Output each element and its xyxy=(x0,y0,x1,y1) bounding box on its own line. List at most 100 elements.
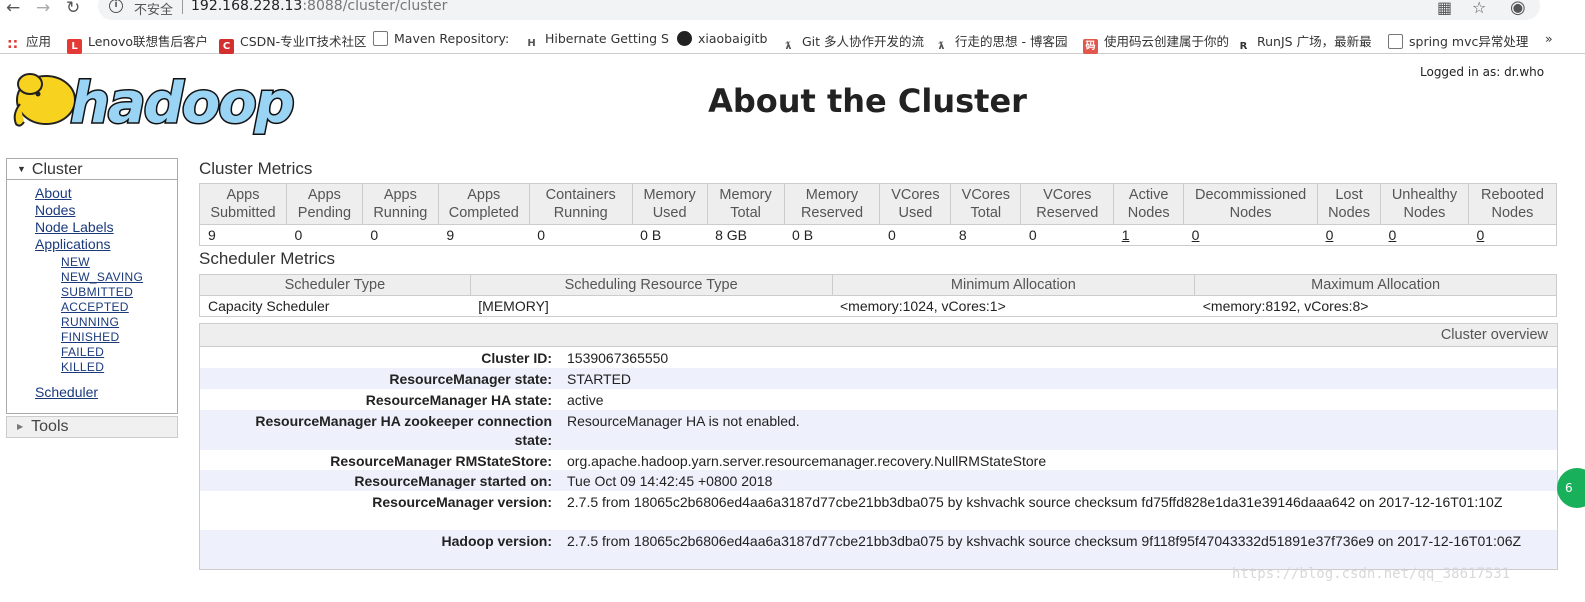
metric-link[interactable]: 1 xyxy=(1122,227,1130,243)
info-icon[interactable]: i xyxy=(109,0,123,13)
column-header[interactable]: Scheduler Type xyxy=(199,274,471,296)
bookmark-github[interactable]: xiaobaigitb xyxy=(677,31,768,46)
bookmark-lenovo[interactable]: L Lenovo联想售后客户 xyxy=(67,31,208,54)
sidebar-item-about[interactable]: About xyxy=(35,185,114,202)
floating-badge[interactable]: 6 xyxy=(1557,468,1585,508)
bookmark-label: spring mvc异常处理 xyxy=(1409,34,1529,49)
column-header-line: Unhealthy xyxy=(1391,187,1458,203)
overview-key: ResourceManager state: xyxy=(389,371,552,387)
table-row: Capacity Scheduler [MEMORY] <memory:1024, … xyxy=(199,295,1557,317)
sidebar-item-applications[interactable]: Applications xyxy=(35,236,114,253)
column-header-line: Containers xyxy=(545,187,616,203)
column-header[interactable]: Unhealthy Nodes xyxy=(1380,183,1469,225)
sidebar-cluster-header[interactable]: ▼ Cluster xyxy=(7,159,177,180)
bookmark-cnblogs[interactable]: ƛ 行走的思想 - 博客园 xyxy=(934,31,1068,54)
bookmark-label: RunJS 广场，最新最 xyxy=(1257,34,1372,49)
bookmark-maven[interactable]: Maven Repository: xyxy=(373,31,509,46)
overview-value: Tue Oct 09 14:42:45 +0800 2018 xyxy=(567,473,773,489)
metric-link[interactable]: 0 xyxy=(1192,227,1200,243)
forward-icon[interactable]: → xyxy=(36,0,50,17)
address-bar[interactable]: i 不安全 192.168.228.13:8088/cluster/cluste… xyxy=(98,0,1540,20)
column-header-line: Running xyxy=(373,205,428,221)
app-state-accepted[interactable]: ACCEPTED xyxy=(61,300,143,315)
column-header[interactable]: Apps Pending xyxy=(285,183,363,225)
bookmark-label: CSDN-专业IT技术社区 xyxy=(240,34,367,49)
column-header[interactable]: Minimum Allocation xyxy=(831,274,1196,296)
column-header-line: Total xyxy=(970,205,1002,221)
column-header[interactable]: Containers Running xyxy=(528,183,633,225)
column-header-line: Nodes xyxy=(1229,205,1272,221)
column-header-line: Rebooted xyxy=(1481,187,1544,203)
column-header[interactable]: Lost Nodes xyxy=(1317,183,1382,225)
bookmark-git[interactable]: ƛ Git 多人协作开发的流 xyxy=(781,31,925,54)
column-header-line: Used xyxy=(898,205,933,221)
address-separator xyxy=(182,0,183,14)
metric-cell: 0 xyxy=(362,224,439,246)
overview-row: ResourceManager HA state: active xyxy=(200,389,1557,410)
overview-value: org.apache.hadoop.yarn.server.resourcema… xyxy=(567,453,1047,469)
app-state-new-saving[interactable]: NEW_SAVING xyxy=(61,270,143,285)
blog-icon: ƛ xyxy=(938,41,945,52)
bookmark-label: 使用码云创建属于你的 xyxy=(1104,34,1230,49)
bookmark-csdn[interactable]: C CSDN-专业IT技术社区 xyxy=(219,31,366,54)
app-state-finished[interactable]: FINISHED xyxy=(61,330,143,345)
app-state-failed[interactable]: FAILED xyxy=(61,345,143,360)
column-header[interactable]: Apps Completed xyxy=(437,183,530,225)
account-icon[interactable]: ◉ xyxy=(1510,0,1526,17)
column-header[interactable]: Memory Used xyxy=(631,183,708,225)
column-header-line: Apps xyxy=(467,187,501,203)
column-header-line: Lost xyxy=(1335,187,1363,203)
column-header[interactable]: Maximum Allocation xyxy=(1194,274,1557,296)
sidebar-tools[interactable]: ▶ Tools xyxy=(6,416,178,438)
bookmark-gitee[interactable]: 码使用码云创建属于你的 xyxy=(1083,31,1229,54)
column-header[interactable]: Rebooted Nodes xyxy=(1467,183,1558,225)
column-header-line: Apps xyxy=(307,187,341,203)
column-header[interactable]: Apps Running xyxy=(361,183,439,225)
cluster-metrics-title: Cluster Metrics xyxy=(199,159,313,178)
overview-value: ResourceManager HA is not enabled. xyxy=(567,413,800,429)
bookmark-apps[interactable]: ∷ 应用 xyxy=(5,31,51,53)
app-state-submitted[interactable]: SUBMITTED xyxy=(61,285,143,300)
column-header-line: Apps xyxy=(226,187,260,203)
bookmark-label: Git 多人协作开发的流 xyxy=(802,34,925,49)
sidebar-item-node-labels[interactable]: Node Labels xyxy=(35,219,114,236)
bookmark-hibernate[interactable]: H Hibernate Getting S xyxy=(524,31,669,51)
column-header[interactable]: Scheduling Resource Type xyxy=(469,274,833,296)
hibernate-icon: H xyxy=(527,38,536,49)
column-header[interactable]: VCores Total xyxy=(950,183,1022,225)
translate-icon[interactable]: ▦ xyxy=(1437,0,1452,16)
column-header-line: Pending xyxy=(297,205,352,221)
metric-cell: 0 xyxy=(1020,224,1114,246)
bookmark-label: 行走的思想 - 博客园 xyxy=(955,34,1068,49)
lenovo-icon: L xyxy=(67,39,82,54)
metric-link[interactable]: 0 xyxy=(1476,227,1484,243)
column-header[interactable]: Apps Submitted xyxy=(199,183,287,225)
more-bookmarks-icon[interactable]: » xyxy=(1545,31,1553,46)
app-state-running[interactable]: RUNNING xyxy=(61,315,143,330)
column-header[interactable]: Decommissioned Nodes xyxy=(1183,183,1319,225)
app-state-new[interactable]: NEW xyxy=(61,255,143,270)
overview-row: Hadoop version: 2.7.5 from 18065c2b6806ed… xyxy=(200,530,1557,569)
star-icon[interactable]: ☆ xyxy=(1472,0,1486,16)
bookmark-label: Maven Repository: xyxy=(394,31,510,46)
url-text[interactable]: 192.168.228.13:8088/cluster/cluster xyxy=(191,0,447,14)
metric-link[interactable]: 0 xyxy=(1326,227,1334,243)
reload-icon[interactable]: ↻ xyxy=(66,0,80,17)
metric-link[interactable]: 0 xyxy=(1389,227,1397,243)
app-state-killed[interactable]: KILLED xyxy=(61,360,143,375)
back-icon[interactable]: ← xyxy=(6,0,20,17)
overview-value: active xyxy=(567,392,604,408)
bookmark-runjs[interactable]: R RunJS 广场，最新最 xyxy=(1236,31,1372,54)
bookmark-spring[interactable]: spring mvc异常处理 xyxy=(1388,31,1528,50)
sidebar-item-scheduler[interactable]: Scheduler xyxy=(35,384,98,400)
column-header[interactable]: VCores Used xyxy=(879,183,952,225)
column-header[interactable]: Memory Total xyxy=(706,183,785,225)
cluster-overview-header[interactable]: Cluster overview xyxy=(200,324,1557,347)
sidebar-item-nodes[interactable]: Nodes xyxy=(35,202,114,219)
metric-cell: 9 xyxy=(199,224,287,246)
column-header[interactable]: Memory Reserved xyxy=(783,183,881,225)
column-header[interactable]: VCores Reserved xyxy=(1020,183,1115,225)
overview-row: ResourceManager started on: Tue Oct 09 14… xyxy=(200,470,1557,491)
github-icon xyxy=(677,31,692,46)
column-header[interactable]: Active Nodes xyxy=(1113,183,1185,225)
